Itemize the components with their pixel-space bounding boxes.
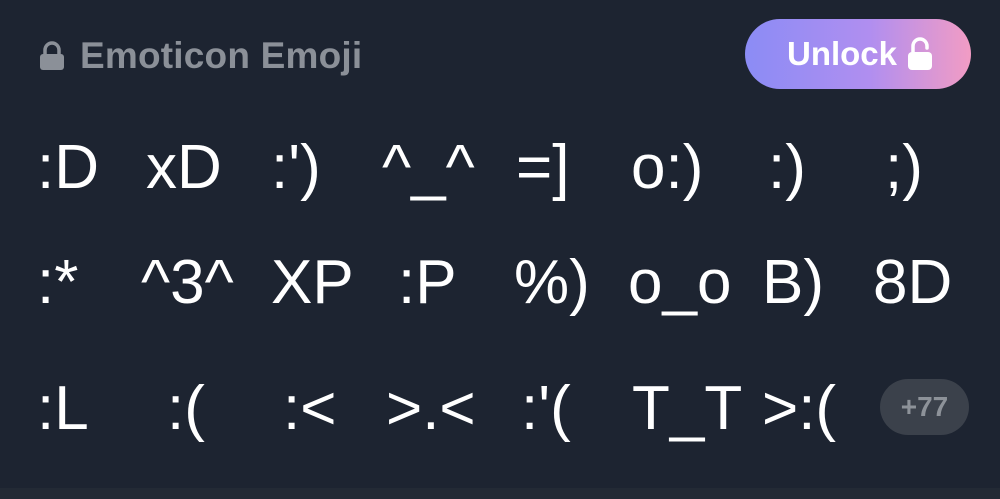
- emoticon[interactable]: B): [762, 252, 824, 314]
- emoticon[interactable]: :'(: [521, 378, 571, 440]
- emoticon[interactable]: ;): [885, 137, 923, 199]
- emoticon[interactable]: >:(: [762, 378, 836, 440]
- emoticon[interactable]: :L: [37, 378, 89, 440]
- emoticon[interactable]: :(: [167, 378, 205, 440]
- page-title: Emoticon Emoji: [80, 35, 363, 76]
- unlock-button-label: Unlock: [786, 35, 898, 72]
- emoticon[interactable]: :): [768, 137, 806, 199]
- emoticon[interactable]: :<: [283, 378, 336, 440]
- emoticon[interactable]: 8D: [873, 252, 952, 314]
- emoticon[interactable]: >.<: [386, 378, 476, 440]
- bottom-divider: [0, 488, 1000, 499]
- emoticon[interactable]: o:): [631, 137, 703, 199]
- more-count-label: +77: [900, 391, 949, 422]
- emoticon[interactable]: ^_^: [382, 137, 475, 199]
- emoticon[interactable]: :'): [271, 137, 321, 199]
- header: Emoticon Emoji: [38, 30, 362, 82]
- emoticon[interactable]: :P: [398, 252, 457, 314]
- lock-icon: [40, 41, 64, 70]
- unlock-button[interactable]: Unlock: [745, 19, 971, 89]
- emoticon[interactable]: xD: [146, 137, 222, 199]
- emoticon[interactable]: XP: [271, 252, 354, 314]
- emoticon[interactable]: T_T: [632, 378, 742, 440]
- more-emoticons-badge[interactable]: +77: [880, 379, 969, 435]
- emoticon[interactable]: %): [514, 252, 590, 314]
- emoticon[interactable]: :D: [37, 137, 99, 199]
- emoticon[interactable]: ^3^: [141, 252, 234, 314]
- emoticon[interactable]: :*: [37, 252, 78, 314]
- emoticon[interactable]: o_o: [628, 252, 731, 314]
- emoticon[interactable]: =]: [516, 137, 569, 199]
- unlocked-padlock-icon: [908, 37, 933, 70]
